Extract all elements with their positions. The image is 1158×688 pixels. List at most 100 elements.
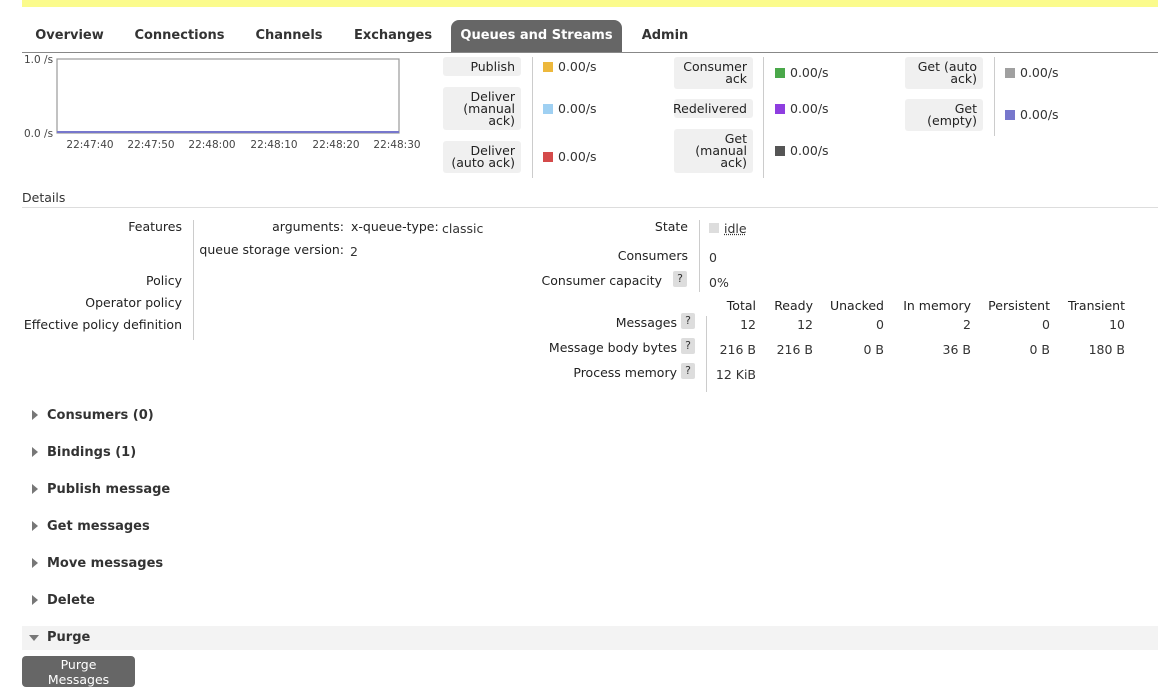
- x-tick-label: 22:48:30: [373, 139, 420, 151]
- rate-label-text: Get (manual ack): [695, 131, 747, 170]
- rate-value-redelivered: 0.00/s: [790, 100, 829, 116]
- purge-messages-button[interactable]: Purge Messages: [22, 656, 135, 687]
- message-rates-chart: 1.0 /s 0.0 /s 22:47:40 22:47:50 22:48:00 22:4…: [22, 54, 432, 155]
- rate-swatch-get-manual-ack: [775, 146, 785, 156]
- state-indicator: [709, 223, 719, 233]
- expand-arrow-icon: [32, 447, 38, 457]
- rate-swatch-consumer-ack: [775, 68, 785, 78]
- section-label: Move messages: [47, 556, 164, 571]
- expand-arrow-icon: [32, 484, 38, 494]
- message-body-bytes-label: Message body bytes: [548, 340, 677, 355]
- section-consumers[interactable]: Consumers (0): [22, 404, 1158, 428]
- details-divider: [22, 207, 1158, 208]
- col-unacked: Unacked: [829, 298, 884, 313]
- x-tick-label: 22:47:40: [66, 139, 113, 151]
- state-divider: [699, 220, 700, 292]
- col-total: Total: [726, 298, 756, 313]
- rate-label-text: Redelivered: [673, 100, 747, 116]
- tab-exchanges[interactable]: Exchanges: [345, 20, 441, 52]
- rate-label-text: Consumer ack: [683, 59, 747, 86]
- tab-admin[interactable]: Admin: [632, 20, 698, 52]
- stat-cell: 216 B: [776, 342, 813, 357]
- help-icon[interactable]: ?: [673, 271, 687, 287]
- rate-value-get-manual-ack: 0.00/s: [790, 143, 829, 158]
- section-label: Consumers (0): [47, 408, 154, 423]
- stat-cell: 10: [1109, 317, 1125, 332]
- legend-divider: [994, 57, 995, 136]
- state-label: State: [654, 219, 688, 234]
- col-ready: Ready: [774, 298, 813, 313]
- x-queue-type-label: x-queue-type:: [351, 219, 439, 234]
- consumer-capacity-label: Consumer capacity: [541, 273, 662, 288]
- policy-label: Policy: [146, 273, 182, 288]
- consumers-label: Consumers: [617, 248, 688, 263]
- rate-swatch-get-empty: [1005, 110, 1015, 120]
- stat-cell: 0: [1042, 317, 1050, 332]
- help-icon[interactable]: ?: [681, 338, 695, 354]
- main-tabs: Overview Connections Channels Exchanges …: [22, 20, 1158, 53]
- rate-label-text: Publish: [470, 58, 515, 74]
- y-tick-label: 0.0 /s: [24, 128, 53, 140]
- rate-value-deliver-manual-ack: 0.00/s: [558, 100, 597, 116]
- rate-value-get-auto-ack: 0.00/s: [1020, 65, 1059, 80]
- stat-cell: 0 B: [1029, 342, 1050, 357]
- legend-divider: [532, 57, 533, 178]
- storage-value: 2: [350, 244, 358, 259]
- stat-cell: 2: [963, 317, 971, 332]
- x-tick-label: 22:48:10: [250, 139, 297, 151]
- expand-arrow-icon: [32, 558, 38, 568]
- tab-overview[interactable]: Overview: [22, 20, 117, 52]
- rate-swatch-redelivered: [775, 103, 785, 114]
- rate-label-get-manual-ack: Get (manual ack): [674, 129, 753, 173]
- help-icon[interactable]: ?: [681, 313, 695, 329]
- arguments-label: arguments:: [272, 219, 344, 234]
- features-label: Features: [128, 219, 182, 234]
- tab-channels[interactable]: Channels: [246, 20, 332, 52]
- section-bindings[interactable]: Bindings (1): [22, 441, 1158, 465]
- col-in-memory: In memory: [903, 298, 971, 313]
- process-memory-label: Process memory: [573, 365, 677, 380]
- rate-swatch-get-auto-ack: [1005, 68, 1015, 78]
- section-label: Bindings (1): [47, 445, 137, 460]
- stat-cell: 12: [797, 317, 813, 332]
- operator-policy-label: Operator policy: [85, 295, 182, 310]
- rate-label-text: Get (auto ack): [917, 59, 977, 86]
- rate-label-consumer-ack: Consumer ack: [674, 57, 753, 89]
- x-queue-type-value: classic: [442, 221, 484, 236]
- expand-arrow-icon: [32, 521, 38, 531]
- stat-cell: 216 B: [719, 342, 756, 357]
- rate-swatch-deliver-auto-ack: [543, 152, 553, 162]
- section-delete[interactable]: Delete: [22, 589, 1158, 613]
- rate-value-deliver-auto-ack: 0.00/s: [558, 149, 597, 164]
- help-icon[interactable]: ?: [681, 363, 695, 379]
- section-get-messages[interactable]: Get messages: [22, 515, 1158, 539]
- rate-label-text: Get (empty): [927, 101, 977, 128]
- rate-label-publish: Publish: [443, 57, 521, 76]
- rate-swatch-publish: [543, 61, 553, 72]
- rate-label-deliver-manual-ack: Deliver (manual ack): [443, 87, 521, 130]
- chart-plot-area: [56, 58, 400, 134]
- consumer-capacity-value: 0%: [709, 275, 729, 290]
- consumers-value: 0: [709, 250, 717, 265]
- x-tick-label: 22:47:50: [127, 139, 174, 151]
- tab-queues-and-streams[interactable]: Queues and Streams: [451, 20, 622, 52]
- rate-label-text: Deliver (manual ack): [463, 88, 515, 128]
- stat-cell: 0: [876, 317, 884, 332]
- section-publish-message[interactable]: Publish message: [22, 478, 1158, 502]
- expand-arrow-icon: [32, 410, 38, 420]
- state-value[interactable]: idle: [724, 221, 747, 236]
- x-tick-label: 22:48:20: [312, 139, 359, 151]
- section-move-messages[interactable]: Move messages: [22, 552, 1158, 576]
- rate-label-deliver-auto-ack: Deliver (auto ack): [443, 141, 521, 173]
- features-divider: [193, 220, 194, 340]
- process-memory-value: 12 KiB: [715, 367, 756, 382]
- rate-label-redelivered: Redelivered: [673, 99, 753, 118]
- section-purge[interactable]: Purge: [22, 626, 1158, 650]
- col-transient: Transient: [1067, 298, 1125, 313]
- rate-label-get-empty: Get (empty): [905, 99, 983, 131]
- section-label: Delete: [47, 593, 95, 608]
- tab-connections[interactable]: Connections: [125, 20, 234, 52]
- x-tick-label: 22:48:00: [188, 139, 235, 151]
- col-persistent: Persistent: [988, 298, 1050, 313]
- section-label: Purge: [47, 630, 91, 645]
